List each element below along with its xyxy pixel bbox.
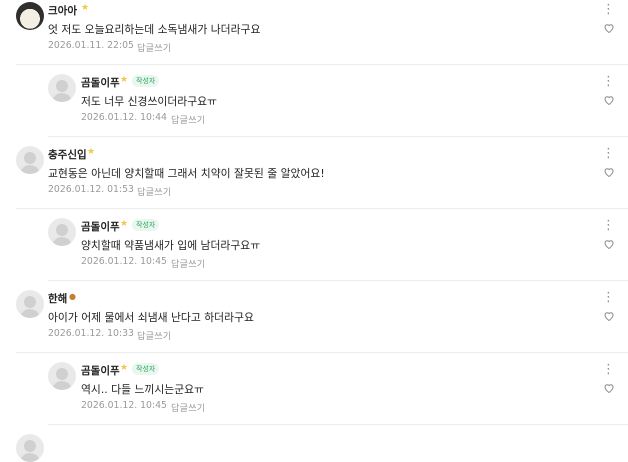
comment-nickname[interactable]: 곰돌이푸	[81, 219, 120, 234]
reply-item: 곰돌이푸 ★ 작성자 ⋮ 양치할때 약품냄새가 입에 남더라구요ㅠ 2026.0…	[0, 208, 628, 280]
comment-date: 2026.01.12. 01:53	[48, 184, 134, 195]
reply-link[interactable]: 답글쓰기	[171, 112, 205, 126]
comment-text: 엇 저도 오늘요리하는데 소독냄새가 나더라구요	[48, 23, 261, 36]
star-icon: ★	[87, 147, 96, 157]
reply-link[interactable]: 답글쓰기	[137, 328, 171, 342]
comment-text: 양치할때 약품냄새가 입에 남더라구요ㅠ	[81, 239, 261, 252]
heart-icon[interactable]	[603, 94, 615, 106]
comment-item: 크아아 ★ ⋮ 엇 저도 오늘요리하는데 소독냄새가 나더라구요 2026.01…	[0, 0, 628, 64]
avatar[interactable]	[16, 146, 44, 174]
reply-link[interactable]: 답글쓰기	[171, 256, 205, 270]
avatar[interactable]	[48, 218, 76, 246]
more-icon[interactable]: ⋮	[602, 3, 616, 16]
more-icon[interactable]: ⋮	[602, 75, 616, 88]
reply-link[interactable]: 답글쓰기	[137, 40, 171, 54]
comment-date: 2026.01.12. 10:45	[81, 256, 167, 267]
comment-text: 역시.. 다들 느끼시는군요ㅠ	[81, 383, 204, 396]
comment-date: 2026.01.12. 10:44	[81, 112, 167, 123]
more-icon[interactable]: ⋮	[602, 147, 616, 160]
comment-nickname[interactable]: 충주신입	[48, 147, 87, 162]
heart-icon[interactable]	[603, 238, 615, 250]
author-badge: 작성자	[132, 219, 160, 231]
comment-divider	[48, 424, 628, 425]
star-icon: ★	[120, 219, 129, 229]
avatar[interactable]	[16, 290, 44, 318]
star-icon: ★	[120, 75, 129, 85]
comment-date: 2026.01.12. 10:45	[81, 400, 167, 411]
avatar[interactable]	[16, 434, 44, 462]
avatar[interactable]	[48, 362, 76, 390]
comment-date: 2026.01.11. 22:05	[48, 40, 134, 51]
reply-item: 곰돌이푸 ★ 작성자 ⋮ 역시.. 다들 느끼시는군요ㅠ 2026.01.12.…	[0, 352, 628, 424]
reply-link[interactable]: 답글쓰기	[171, 400, 205, 414]
comment-text: 저도 너무 신경쓰이더라구요ㅠ	[81, 95, 217, 108]
heart-icon[interactable]	[603, 166, 615, 178]
comment-text: 아이가 어제 물에서 쇠냄새 난다고 하더라구요	[48, 311, 254, 324]
more-icon[interactable]: ⋮	[602, 291, 616, 304]
comment-date: 2026.01.12. 10:33	[48, 328, 134, 339]
comment-nickname[interactable]: 곰돌이푸	[81, 363, 120, 378]
avatar[interactable]	[16, 2, 44, 30]
star-icon: ★	[120, 363, 129, 373]
heart-icon[interactable]	[603, 22, 615, 34]
heart-icon[interactable]	[603, 382, 615, 394]
more-icon[interactable]: ⋮	[602, 363, 616, 376]
comment-text: 교현동은 아닌데 양치할때 그래서 치약이 잘못된 줄 알았어요!	[48, 167, 325, 180]
author-badge: 작성자	[132, 75, 160, 87]
heart-icon[interactable]	[603, 310, 615, 322]
star-icon: ★	[81, 3, 90, 13]
pineapple-icon: ●	[69, 292, 76, 301]
more-icon[interactable]: ⋮	[602, 219, 616, 232]
comment-nickname[interactable]: 크아아	[48, 3, 77, 18]
comment-nickname[interactable]: 한해	[48, 291, 67, 306]
reply-link[interactable]: 답글쓰기	[137, 184, 171, 198]
author-badge: 작성자	[132, 363, 160, 375]
comment-nickname[interactable]: 곰돌이푸	[81, 75, 120, 90]
comment-item: 충주신입 ★ ⋮ 교현동은 아닌데 양치할때 그래서 치약이 잘못된 줄 알았어…	[0, 136, 628, 208]
comment-item: 한해 ● ⋮ 아이가 어제 물에서 쇠냄새 난다고 하더라구요 2026.01.…	[0, 280, 628, 352]
reply-item: 곰돌이푸 ★ 작성자 ⋮ 저도 너무 신경쓰이더라구요ㅠ 2026.01.12.…	[0, 64, 628, 136]
avatar[interactable]	[48, 74, 76, 102]
